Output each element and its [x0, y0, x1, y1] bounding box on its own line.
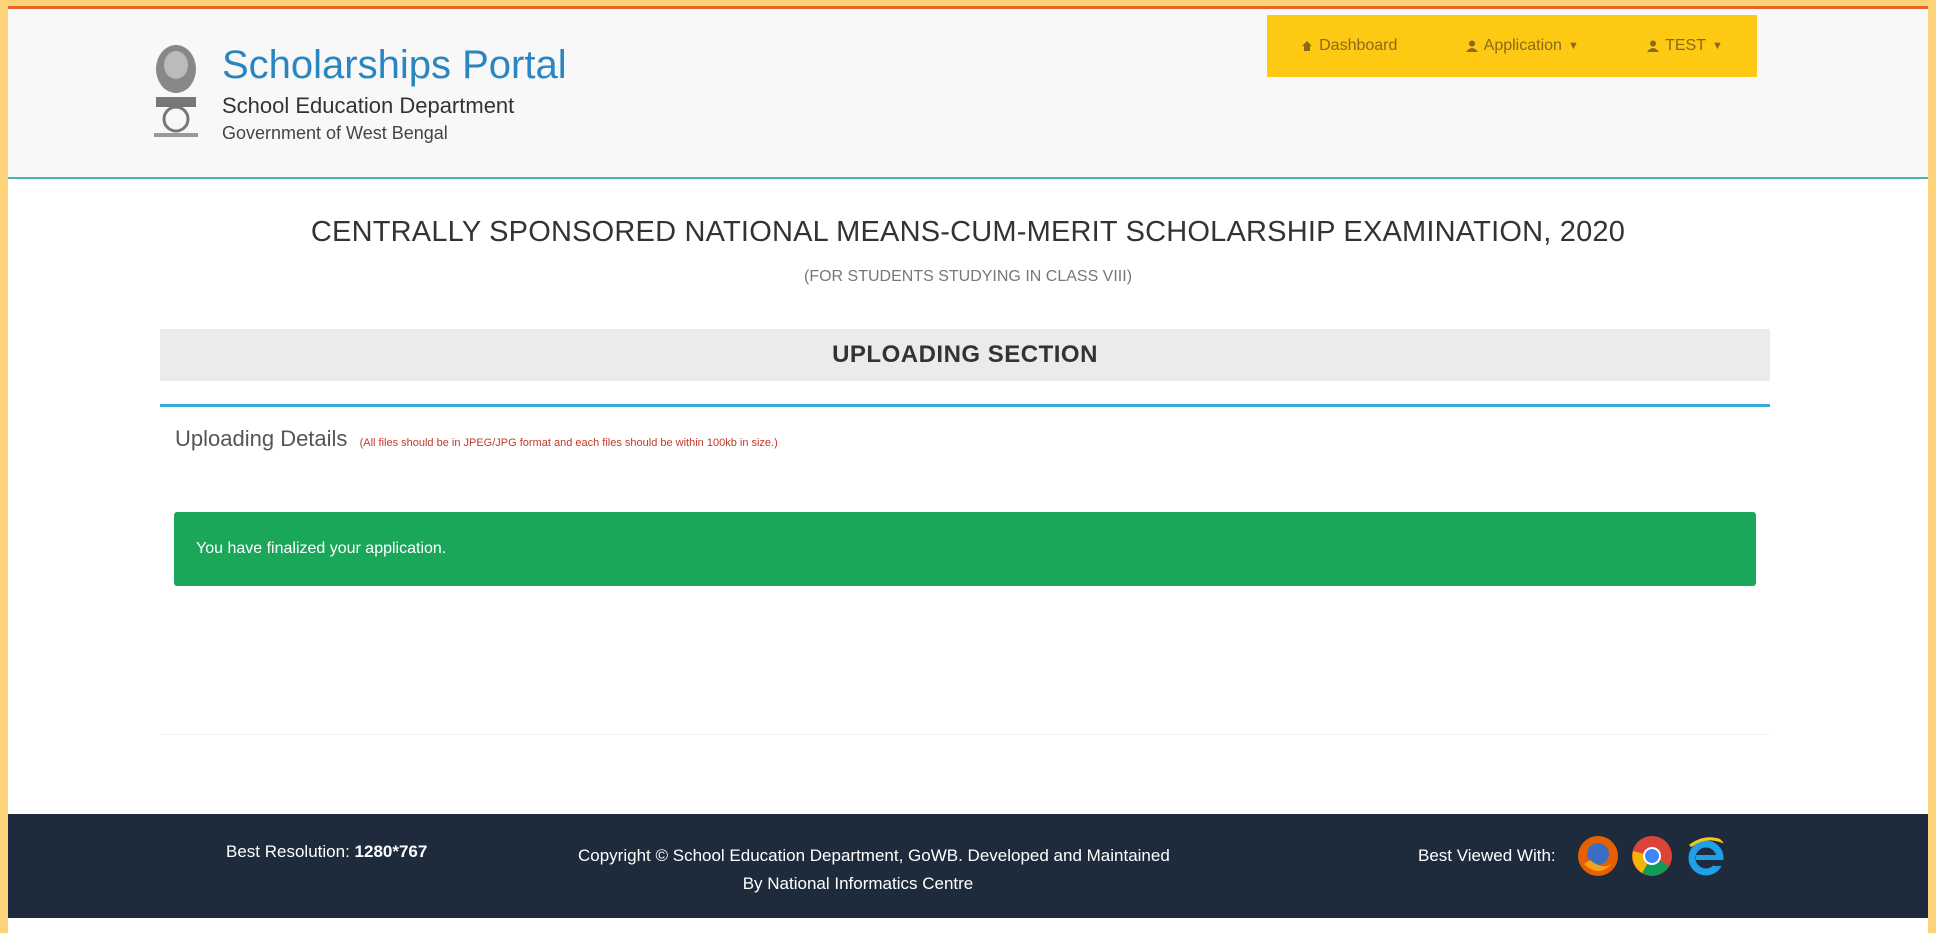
browser-icons	[1576, 834, 1728, 878]
upload-heading-text: Uploading Details	[175, 426, 348, 451]
caret-down-icon: ▼	[1567, 40, 1579, 52]
top-navbar: Dashboard Application ▼ TEST ▼	[1267, 15, 1757, 77]
copyright-line-2: By National Informatics Centre	[742, 874, 974, 893]
resolution-label: Best Resolution:	[226, 842, 350, 861]
footer-copyright: Copyright © School Education Department,…	[578, 842, 1368, 898]
nav-user-dropdown[interactable]: TEST ▼	[1647, 37, 1723, 55]
resolution-value: 1280*767	[354, 842, 428, 861]
site-header: Scholarships Portal School Education Dep…	[8, 9, 1928, 179]
caret-down-icon: ▼	[1711, 40, 1723, 52]
nav-application-dropdown[interactable]: Application ▼	[1465, 37, 1579, 55]
state-emblem-icon	[154, 45, 198, 137]
nav-application-label: Application	[1483, 37, 1562, 54]
success-alert: You have finalized your application.	[174, 512, 1756, 586]
home-icon	[1302, 41, 1313, 51]
footer-resolution: Best Resolution: 1280*767	[226, 842, 427, 862]
page-subtitle: (FOR STUDENTS STUDYING IN CLASS VIII)	[803, 268, 1133, 285]
firefox-icon	[1578, 836, 1618, 876]
section-divider	[160, 404, 1770, 407]
content-divider	[160, 734, 1770, 735]
nav-user-label: TEST	[1665, 37, 1706, 54]
section-header: UPLOADING SECTION	[160, 329, 1770, 381]
government-name: Government of West Bengal	[222, 123, 448, 143]
site-title[interactable]: Scholarships Portal	[222, 43, 567, 87]
user-icon	[1647, 40, 1660, 52]
user-icon	[1465, 40, 1478, 52]
page-title: CENTRALLY SPONSORED NATIONAL MEANS-CUM-M…	[310, 216, 1626, 248]
upload-note: (All files should be in JPEG/JPG format …	[359, 437, 778, 449]
copyright-line-1: Copyright © School Education Department,…	[578, 846, 1170, 865]
nav-dashboard-label: Dashboard	[1319, 37, 1398, 54]
nav-dashboard[interactable]: Dashboard	[1301, 37, 1397, 55]
site-footer: Best Resolution: 1280*767 Copyright © Sc…	[8, 814, 1928, 918]
upload-details-heading: Uploading Details (All files should be i…	[175, 426, 778, 452]
department-name: School Education Department	[222, 93, 515, 118]
footer-viewed-with: Best Viewed With:	[1418, 846, 1556, 865]
browser-page: Scholarships Portal School Education Dep…	[8, 6, 1928, 933]
ie-icon	[1688, 837, 1725, 876]
chrome-icon	[1632, 836, 1672, 876]
